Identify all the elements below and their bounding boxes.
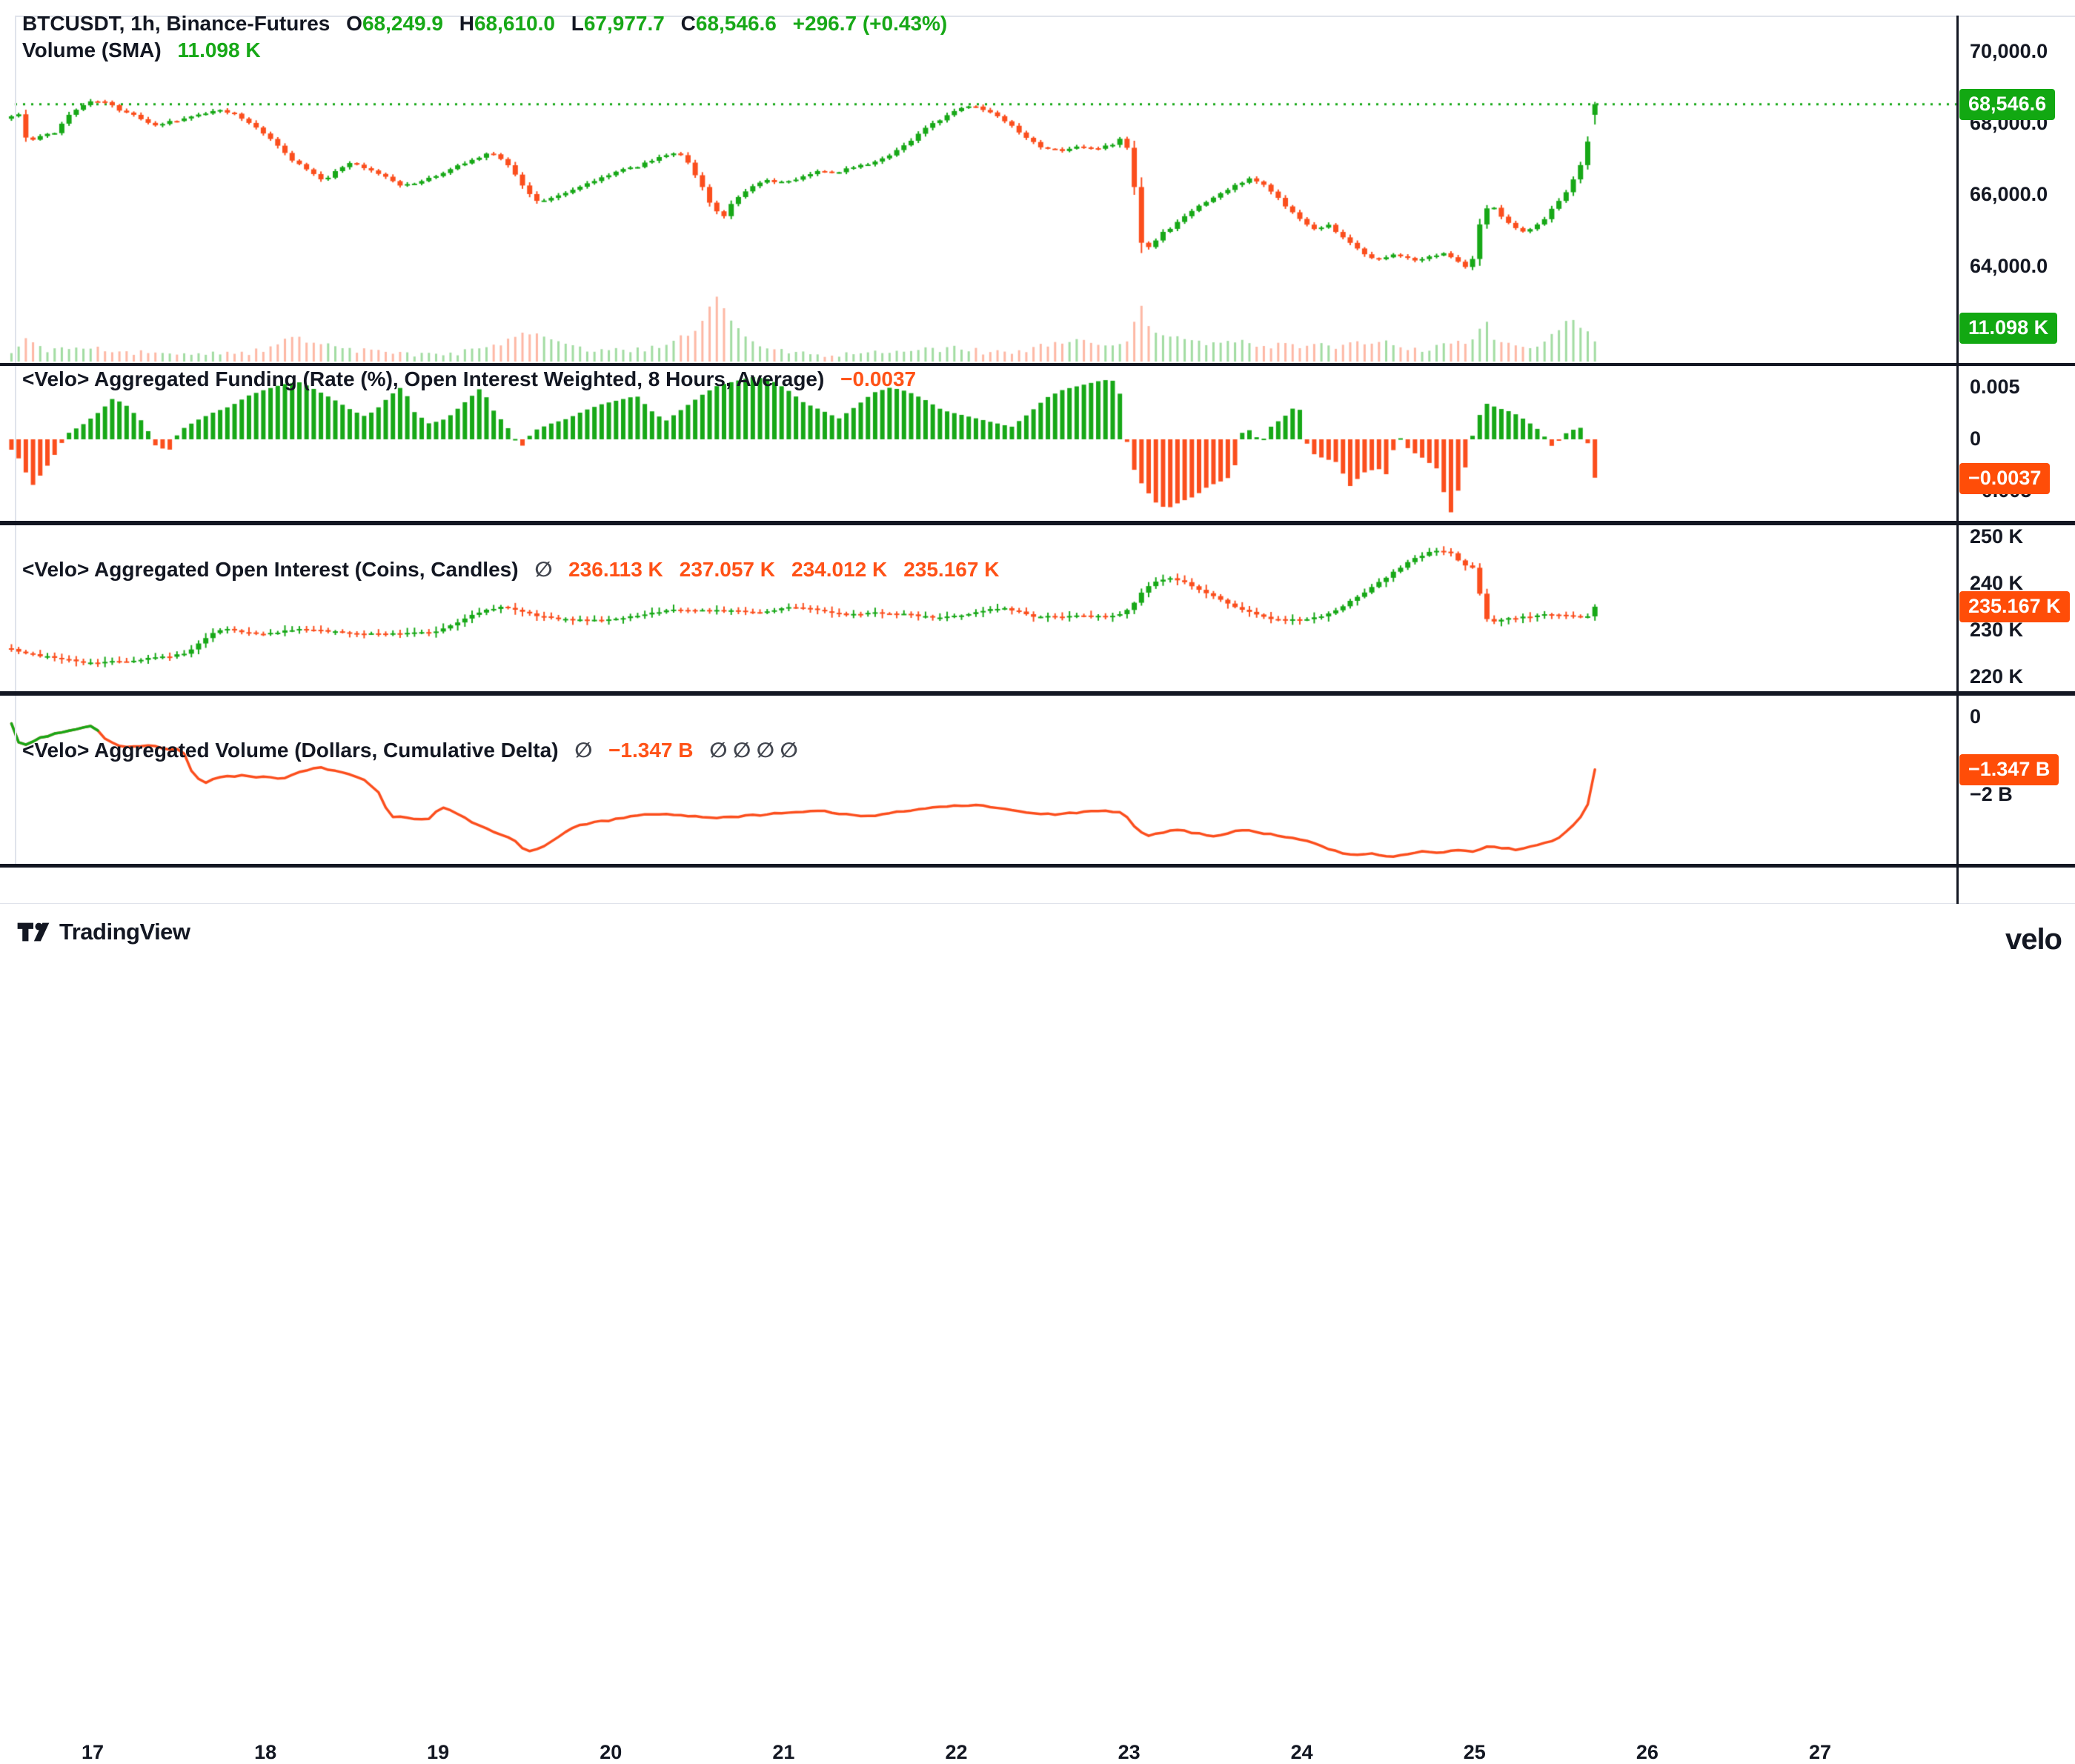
- open-label: O: [346, 12, 362, 35]
- open-interest-badge: 235.167 K: [1959, 591, 2070, 622]
- cvd-empty-series-symbols: ∅ ∅ ∅ ∅: [709, 739, 797, 762]
- funding-badge: −0.0037: [1959, 463, 2050, 494]
- price-axis-tick[interactable]: 66,000.0: [1970, 183, 2048, 206]
- time-axis[interactable]: 1718192021222324252627: [0, 865, 2075, 904]
- oi-indicator-title[interactable]: <Velo> Aggregated Open Interest (Coins, …: [22, 558, 519, 581]
- pane1-legend-row1[interactable]: BTCUSDT, 1h, Binance-Futures O68,249.9 H…: [22, 12, 947, 36]
- cvd-axis-tick[interactable]: 0: [1970, 705, 1981, 728]
- date-label-23: 23: [1118, 1741, 1141, 1764]
- symbol-title[interactable]: BTCUSDT, 1h, Binance-Futures: [22, 12, 330, 35]
- tradingview-wordmark: TradingView: [59, 919, 190, 945]
- volume-indicator-value: 11.098 K: [177, 39, 260, 61]
- oi-indicator-values: 236.113 K 237.057 K 234.012 K 235.167 K: [568, 558, 1015, 581]
- low-value: 67,977.7: [584, 12, 665, 35]
- date-label-18: 18: [254, 1741, 276, 1764]
- oi-average-value: 237.057 K: [680, 558, 775, 581]
- date-label-20: 20: [600, 1741, 622, 1764]
- oi-axis-tick[interactable]: 220 K: [1970, 665, 2023, 688]
- open-value: 68,249.9: [362, 12, 443, 35]
- oi-axis-tick[interactable]: 250 K: [1970, 525, 2023, 548]
- price-axis-tick[interactable]: 70,000.0: [1970, 40, 2048, 63]
- pane-separator-oi-cvd[interactable]: [0, 691, 2075, 696]
- tradingview-logo[interactable]: TradingView: [16, 919, 190, 945]
- close-label: C: [681, 12, 696, 35]
- cvd-indicator-value: −1.347 B: [608, 739, 693, 762]
- oi-average-value: 236.113 K: [568, 558, 663, 581]
- low-label: L: [571, 12, 584, 35]
- close-value: 68,546.6: [696, 12, 777, 35]
- pane1-legend-row2[interactable]: Volume (SMA) 11.098 K: [22, 39, 261, 62]
- volume-indicator-title[interactable]: Volume (SMA): [22, 39, 162, 61]
- funding-axis-tick[interactable]: 0: [1970, 427, 1981, 450]
- funding-indicator-value: −0.0037: [840, 367, 916, 390]
- funding-axis-tick[interactable]: 0.005: [1970, 376, 2020, 399]
- oi-average-value: 235.167 K: [903, 558, 999, 581]
- date-label-19: 19: [427, 1741, 449, 1764]
- price-axis-line: [1956, 16, 1959, 904]
- cvd-badge: −1.347 B: [1959, 754, 2059, 785]
- price-close-badge: 68,546.6: [1959, 89, 2055, 120]
- high-value: 68,610.0: [474, 12, 555, 35]
- velo-logo[interactable]: velo: [2005, 923, 2062, 956]
- date-label-21: 21: [772, 1741, 794, 1764]
- date-label-24: 24: [1291, 1741, 1313, 1764]
- pane-separator-price-funding[interactable]: [0, 363, 2075, 366]
- date-label-27: 27: [1809, 1741, 1831, 1764]
- pane2-legend[interactable]: <Velo> Aggregated Funding (Rate (%), Ope…: [22, 367, 916, 391]
- funding-indicator-title[interactable]: <Velo> Aggregated Funding (Rate (%), Ope…: [22, 367, 824, 390]
- price-axis-tick[interactable]: 64,000.0: [1970, 255, 2048, 278]
- date-label-25: 25: [1464, 1741, 1486, 1764]
- cvd-indicator-title[interactable]: <Velo> Aggregated Volume (Dollars, Cumul…: [22, 739, 559, 762]
- oi-average-value: 234.012 K: [791, 558, 887, 581]
- change-value: +296.7 (+0.43%): [793, 12, 948, 35]
- cvd-axis-tick[interactable]: −2 B: [1970, 783, 2013, 806]
- date-label-26: 26: [1636, 1741, 1659, 1764]
- date-label-22: 22: [945, 1741, 967, 1764]
- high-label: H: [459, 12, 474, 35]
- pane-separator-funding-oi[interactable]: [0, 521, 2075, 525]
- average-symbol-icon: ∅: [574, 739, 592, 762]
- velo-wordmark: velo: [2005, 923, 2062, 956]
- chart-left-border: [15, 16, 16, 865]
- volume-badge: 11.098 K: [1959, 313, 2057, 344]
- tradingview-mark-icon: [16, 922, 50, 942]
- pane4-legend[interactable]: <Velo> Aggregated Volume (Dollars, Cumul…: [22, 738, 798, 762]
- chart-canvas[interactable]: [0, 0, 2075, 959]
- average-symbol-icon: ∅: [534, 558, 552, 581]
- date-label-17: 17: [82, 1741, 104, 1764]
- pane3-legend[interactable]: <Velo> Aggregated Open Interest (Coins, …: [22, 557, 1015, 582]
